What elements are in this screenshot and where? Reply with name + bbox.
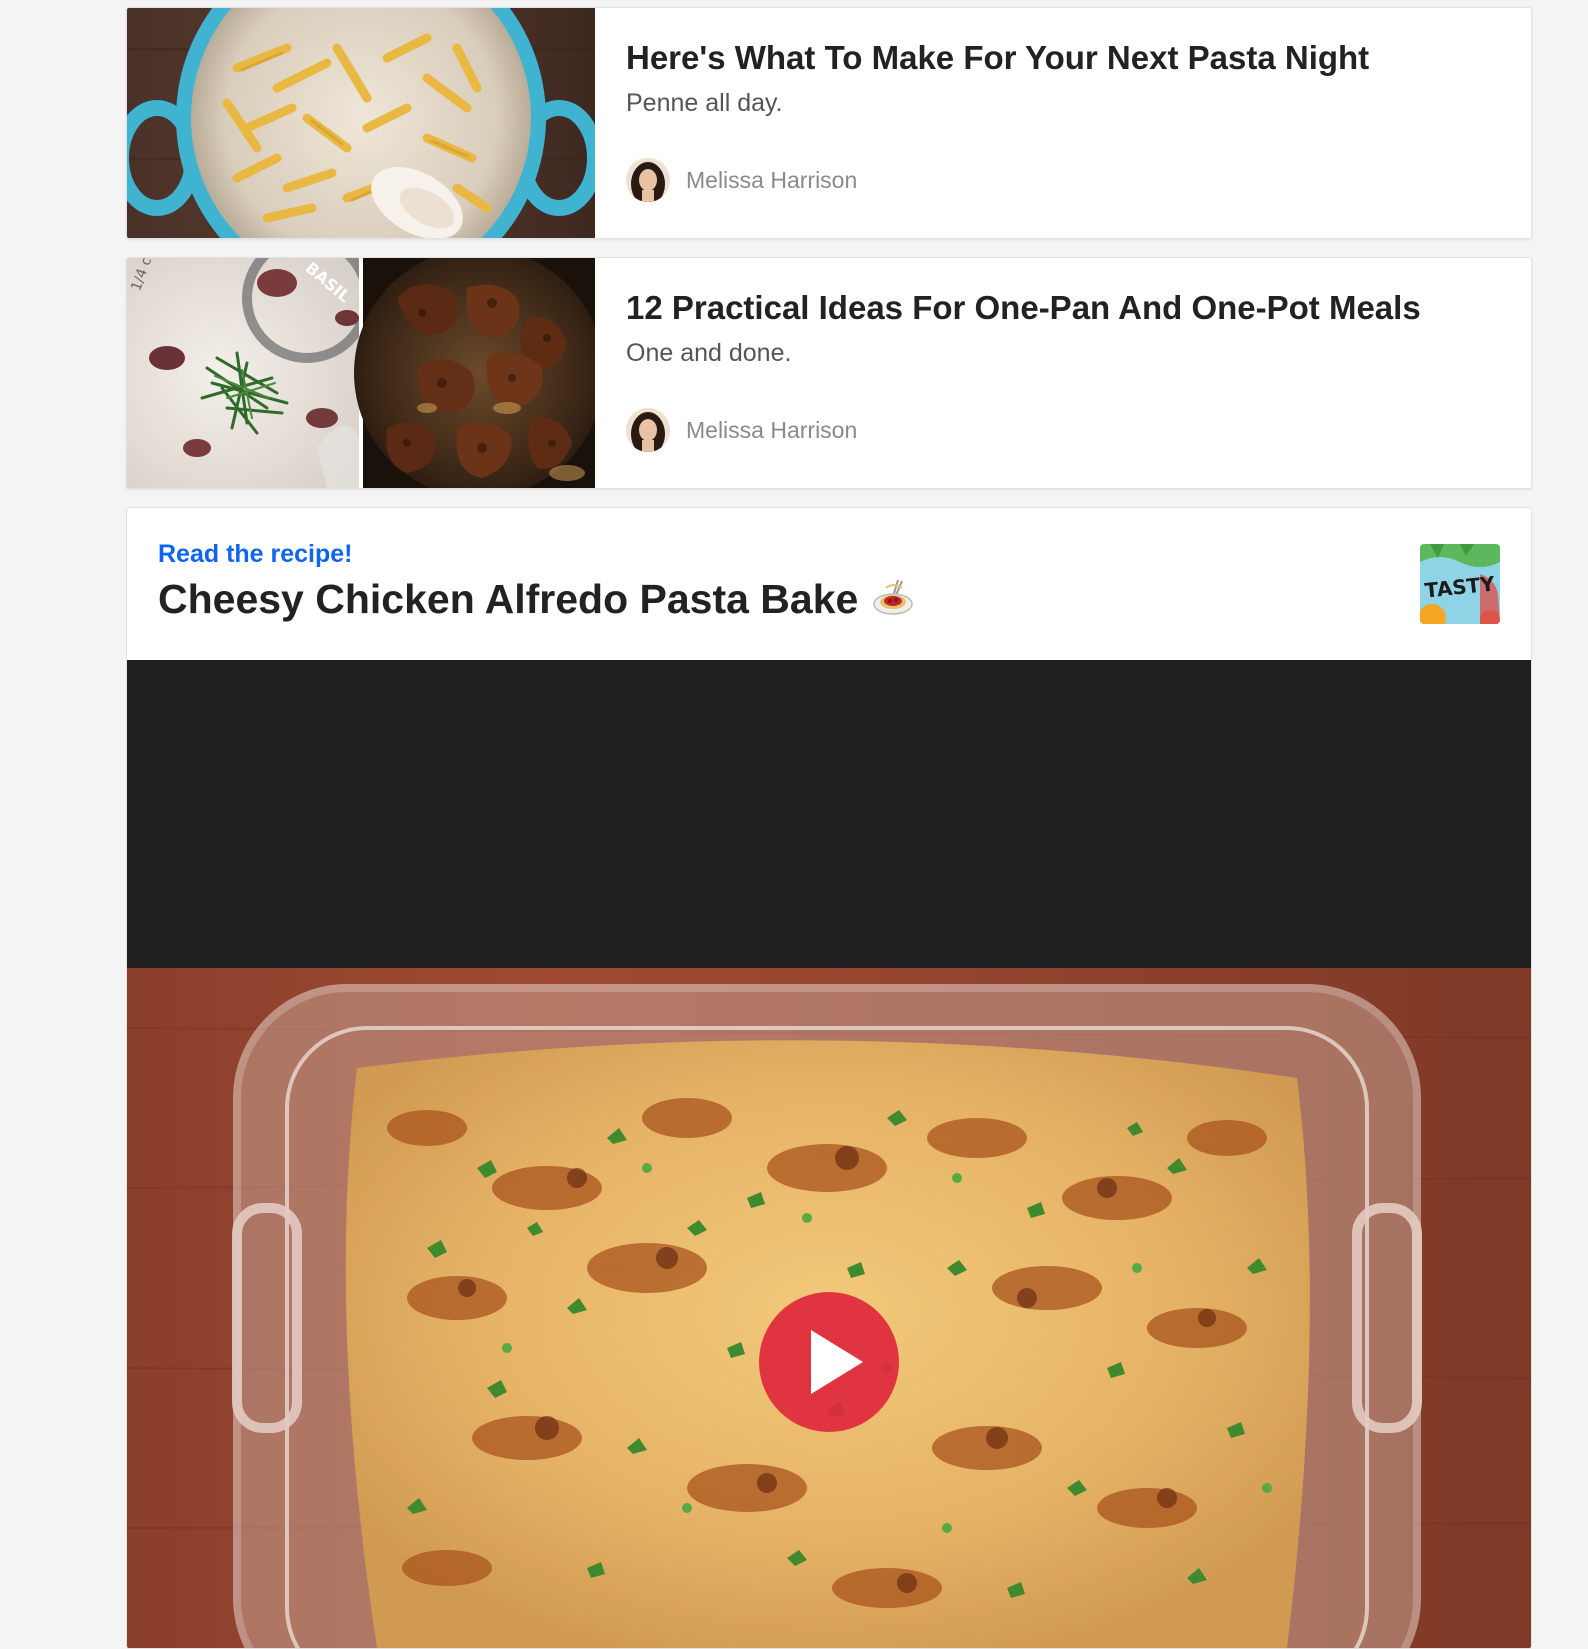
author-avatar (626, 408, 670, 452)
video-recipe-title[interactable]: Cheesy Chicken Alfredo Pasta Bake (158, 574, 914, 624)
author-name[interactable]: Melissa Harrison (686, 167, 857, 194)
pasta-bake-image[interactable] (127, 968, 1531, 1648)
penne-pot-image[interactable] (127, 8, 595, 238)
article-title[interactable]: Here's What To Make For Your Next Pasta … (626, 38, 1501, 78)
article-byline[interactable]: Melissa Harrison (626, 408, 857, 452)
play-button[interactable] (759, 1292, 899, 1432)
video-player-letterbox[interactable] (127, 660, 1531, 968)
play-icon (759, 1292, 899, 1432)
article-byline[interactable]: Melissa Harrison (626, 158, 857, 202)
article-card-one-pan-meals[interactable]: 1/4 cup BASIL 12 Practical Ideas For One… (126, 257, 1532, 489)
article-description: Penne all day. (626, 89, 783, 117)
article-description: One and done. (626, 339, 792, 367)
article-title[interactable]: 12 Practical Ideas For One-Pan And One-P… (626, 288, 1501, 328)
article-card-body: 12 Practical Ideas For One-Pan And One-P… (626, 288, 1501, 368)
video-recipe-title-text[interactable]: Cheesy Chicken Alfredo Pasta Bake (158, 574, 858, 624)
read-recipe-link[interactable]: Read the recipe! (158, 540, 353, 569)
spaghetti-icon (872, 578, 914, 620)
article-card-body: Here's What To Make For Your Next Pasta … (626, 38, 1501, 118)
creamy-chicken-skillet-image[interactable]: 1/4 cup BASIL (127, 258, 595, 488)
tasty-logo-icon[interactable]: TASTY (1420, 544, 1500, 624)
article-card-pasta-night[interactable]: Here's What To Make For Your Next Pasta … (126, 7, 1532, 239)
video-recipe-card: Read the recipe! Cheesy Chicken Alfredo … (126, 507, 1532, 1649)
author-name[interactable]: Melissa Harrison (686, 417, 857, 444)
video-recipe-header: Read the recipe! Cheesy Chicken Alfredo … (127, 508, 1531, 660)
author-avatar (626, 158, 670, 202)
